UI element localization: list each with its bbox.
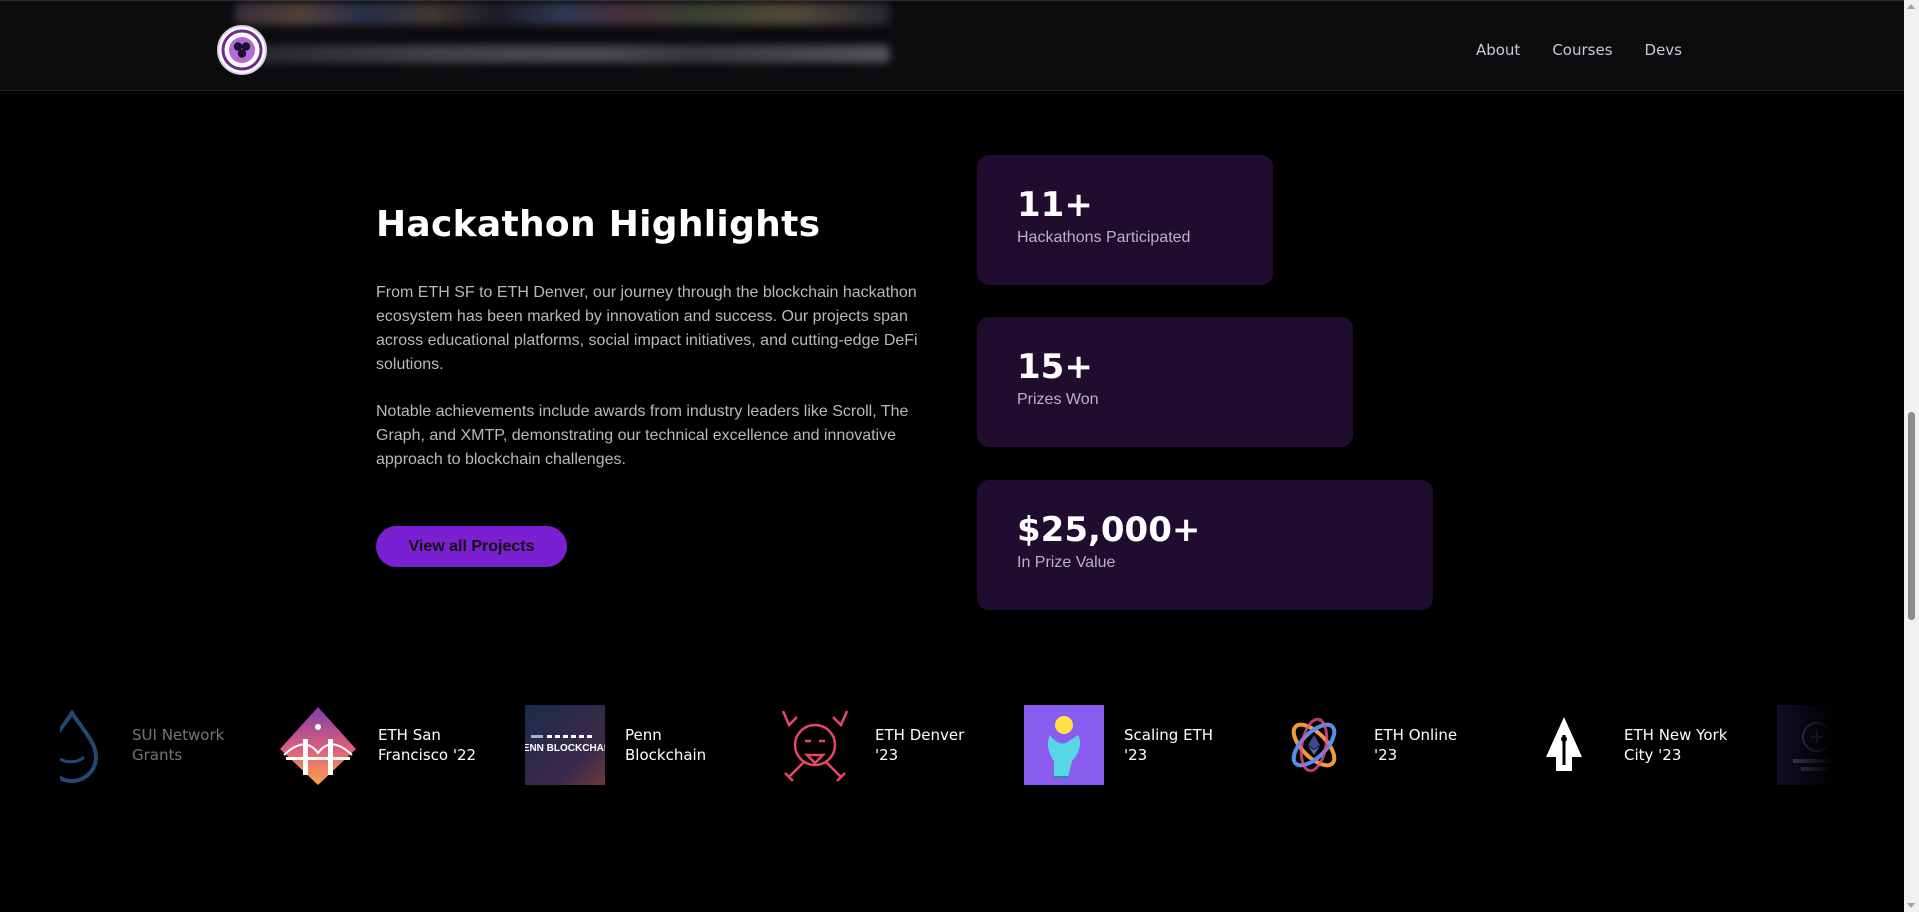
- scroll-up-arrow-icon[interactable]: [1907, 4, 1915, 9]
- carousel-item-eth-nyc-23: ETH New York City '23: [1524, 705, 1734, 785]
- scrollbar-thumb[interactable]: [1908, 412, 1915, 620]
- achievements-paragraph: Notable achievements include awards from…: [376, 403, 909, 468]
- blurred-content-strip: [235, 3, 890, 25]
- carousel-item-eth-sf: ETH San Francisco '22: [278, 705, 488, 785]
- carousel-item-label: Penn Blockchain: [625, 726, 707, 764]
- penn-blockchain-banner-text: PENN BLOCKCHAIN: [525, 743, 605, 754]
- stat-label: Prizes Won: [1017, 391, 1099, 408]
- nav-devs-link[interactable]: Devs: [1645, 41, 1682, 59]
- buffalo-skull-icon: [775, 705, 855, 785]
- carousel-item-sui: SUI Network Grants: [60, 705, 242, 785]
- stat-value: $25,000+: [1017, 510, 1201, 550]
- stat-card-hackathons: 11+ Hackathons Participated: [977, 155, 1273, 285]
- carousel-item-label: ETH San Francisco '22: [378, 726, 477, 764]
- stat-label: Hackathons Participated: [1017, 229, 1191, 246]
- penn-blockchain-logo-icon[interactable]: [217, 25, 267, 75]
- carousel-item-scaling-eth-23: Scaling ETH '23: [1024, 705, 1234, 785]
- sui-droplet-icon: [60, 705, 112, 785]
- carousel-item-label: ETH Online '23: [1374, 726, 1458, 764]
- nav-about-link[interactable]: About: [1476, 41, 1520, 59]
- stat-value: 15+: [1017, 347, 1093, 387]
- stat-card-prizes: 15+ Prizes Won: [977, 317, 1353, 447]
- stat-value: 11+: [1017, 185, 1093, 225]
- hand-holding-ball-icon: [1024, 705, 1104, 785]
- carousel-item-penn-blockchain: PENN BLOCKCHAIN Penn Blockchain: [525, 705, 735, 785]
- carousel-item-eth-denver-23: ETH Denver '23: [775, 705, 985, 785]
- carousel-item-label: ETH Denver '23: [875, 726, 965, 764]
- stat-card-prize-value: $25,000+ In Prize Value: [977, 480, 1433, 610]
- section-title: Hackathon Highlights: [376, 204, 821, 245]
- golden-gate-bridge-icon: [278, 705, 358, 785]
- carousel-item-eth-online-23: ETH Online '23: [1274, 705, 1484, 785]
- top-navbar: About Courses Devs: [0, 0, 1904, 91]
- stat-label: In Prize Value: [1017, 554, 1116, 571]
- intro-paragraph: From ETH SF to ETH Denver, our journey t…: [376, 284, 918, 373]
- view-all-projects-button[interactable]: View all Projects: [376, 526, 567, 567]
- nav-courses-link[interactable]: Courses: [1552, 41, 1612, 59]
- carousel-item-label: SUI Network Grants: [132, 726, 225, 764]
- main-nav: About Courses Devs: [1476, 41, 1682, 59]
- ethereum-atom-icon: [1274, 705, 1354, 785]
- hackathon-logo-carousel: SUI Network Grants ETH San Francisco '22…: [60, 700, 1840, 790]
- carousel-fade-overlay: [1770, 700, 1840, 790]
- pen-nib-icon: [1524, 705, 1604, 785]
- carousel-item-label: ETH New York City '23: [1624, 726, 1728, 764]
- blurred-content-strip: [235, 45, 890, 63]
- scroll-down-arrow-icon[interactable]: [1907, 903, 1915, 908]
- penn-blockchain-banner-icon: PENN BLOCKCHAIN: [525, 705, 605, 785]
- carousel-item-label: Scaling ETH '23: [1124, 726, 1214, 764]
- page-scrollbar[interactable]: [1904, 0, 1919, 912]
